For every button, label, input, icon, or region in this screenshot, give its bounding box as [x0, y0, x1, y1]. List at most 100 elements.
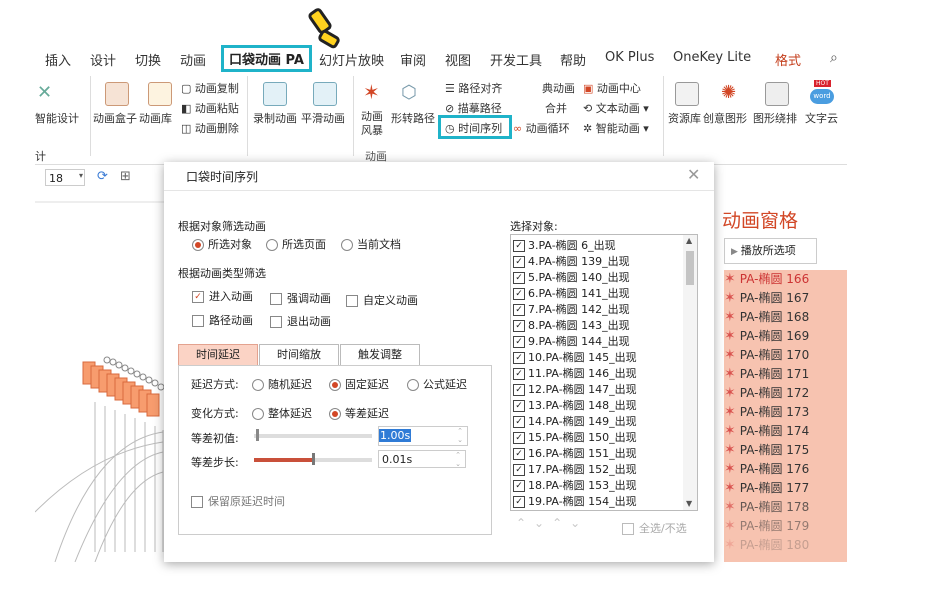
trace-path-button[interactable]: ⊘ 描摹路径	[445, 100, 502, 116]
tab-design[interactable]: 设计	[90, 50, 116, 69]
list-item[interactable]: ✓ 17.PA-椭圆 152_出现	[513, 461, 637, 477]
radio-current-doc[interactable]: 当前文档	[341, 236, 401, 252]
copy-animation-button[interactable]: ▢ 动画复制	[181, 80, 239, 96]
list-item[interactable]: ✓ 11.PA-椭圆 146_出现	[513, 365, 637, 381]
tab-developer[interactable]: 开发工具	[490, 50, 542, 69]
shape-wrap-label[interactable]: 图形绕排	[753, 110, 797, 126]
scroll-down-icon[interactable]: ▼	[686, 499, 692, 508]
word-cloud-icon[interactable]: HOT word	[810, 80, 834, 106]
chevron-down-icon[interactable]: ▾	[79, 171, 83, 180]
tab-slideshow[interactable]: 幻灯片放映	[319, 50, 384, 69]
list-item[interactable]: ✓ 3.PA-椭圆 6_出现	[513, 237, 616, 253]
spinner-icon[interactable]: ⌃ ⌄	[455, 451, 461, 469]
smart-design-label[interactable]: 智能设计	[35, 110, 79, 126]
smart-design-icon[interactable]: ✕	[37, 82, 59, 104]
tab-trigger-adjust[interactable]: 触发调整	[340, 344, 420, 366]
list-item[interactable]: ✶ PA-椭圆 178	[724, 498, 847, 517]
list-item[interactable]: ✓ 18.PA-椭圆 153_出现	[513, 477, 637, 493]
checkbox-entrance[interactable]: ✓ 进入动画	[192, 288, 253, 304]
scrollbar[interactable]: ▲ ▼	[683, 235, 697, 510]
checkbox-custom[interactable]: 自定义动画	[346, 292, 418, 308]
radio-overall-delay[interactable]: 整体延迟	[252, 405, 312, 421]
scroll-up-icon[interactable]: ▲	[686, 236, 692, 245]
checkbox-emphasis[interactable]: 强调动画	[270, 290, 331, 306]
object-listbox[interactable]: ✓ 3.PA-椭圆 6_出现 ✓ 4.PA-椭圆 139_出现 ✓ 5.PA-椭圆 1…	[510, 234, 698, 511]
creative-shape-label[interactable]: 创意图形	[703, 110, 747, 126]
delete-animation-button[interactable]: ◫ 动画删除	[181, 120, 239, 136]
text-animation-button[interactable]: ⟲ 文本动画 ▾	[583, 100, 649, 116]
list-item[interactable]: ✶ PA-椭圆 176	[724, 460, 847, 479]
record-animation-icon[interactable]	[263, 82, 287, 106]
tab-ok-plus[interactable]: OK Plus	[605, 50, 654, 65]
checkbox-exit[interactable]: 退出动画	[270, 313, 331, 329]
shape-to-path-label[interactable]: 形转路径	[391, 110, 435, 126]
smart-animation-button[interactable]: ✲ 智能动画 ▾	[583, 120, 649, 136]
step-value-field[interactable]: 0.01s ⌃ ⌄	[378, 450, 466, 468]
tab-help[interactable]: 帮助	[560, 50, 586, 69]
list-item[interactable]: ✓ 15.PA-椭圆 150_出现	[513, 429, 637, 445]
word-cloud-label[interactable]: 文字云	[805, 110, 838, 126]
checkbox-keep-delay[interactable]: 保留原延迟时间	[191, 493, 285, 509]
list-item[interactable]: ✓ 9.PA-椭圆 144_出现	[513, 333, 630, 349]
list-item[interactable]: ✶ PA-椭圆 180	[724, 536, 847, 555]
tab-insert[interactable]: 插入	[45, 50, 71, 69]
timeline-button[interactable]: ◷ 时间序列	[445, 120, 502, 136]
list-item[interactable]: ✶ PA-椭圆 179	[724, 517, 847, 536]
tab-onekey-lite[interactable]: OneKey Lite	[673, 50, 751, 65]
animation-center-button[interactable]: ▣ 动画中心	[583, 80, 641, 96]
list-item[interactable]: ✶ PA-椭圆 166	[724, 270, 847, 289]
tab-pocket-animation[interactable]: 口袋动画 PA	[221, 45, 312, 72]
play-selected-button[interactable]: ▶ 播放所选项	[724, 238, 817, 264]
list-item[interactable]: ✓ 19.PA-椭圆 154_出现	[513, 493, 637, 509]
list-item[interactable]: ✓ 10.PA-椭圆 145_出现	[513, 349, 637, 365]
move-buttons[interactable]: ⌃⌄⌃⌄	[516, 516, 588, 530]
resource-library-label[interactable]: 资源库	[668, 110, 701, 126]
tab-transitions[interactable]: 切换	[135, 50, 161, 69]
animation-storm-icon[interactable]: ✶	[363, 80, 385, 104]
merge-button[interactable]: 合并	[545, 100, 567, 116]
checkbox-path[interactable]: 路径动画	[192, 312, 253, 328]
path-align-button[interactable]: ☰ 路径对齐	[445, 80, 502, 96]
list-item[interactable]: ✶ PA-椭圆 175	[724, 441, 847, 460]
init-slider-track[interactable]	[254, 434, 372, 438]
tab-format[interactable]: 格式	[775, 50, 801, 69]
list-item[interactable]: ✶ PA-椭圆 172	[724, 384, 847, 403]
tab-review[interactable]: 审阅	[400, 50, 426, 69]
smooth-animation-label[interactable]: 平滑动画	[301, 110, 345, 126]
search-icon[interactable]: ⌕	[830, 50, 838, 66]
list-item[interactable]: ✓ 7.PA-椭圆 142_出现	[513, 301, 630, 317]
list-item[interactable]: ✶ PA-椭圆 177	[724, 479, 847, 498]
radio-arithmetic-delay[interactable]: 等差延迟	[329, 405, 389, 421]
layout-icon[interactable]: ⊞	[120, 169, 131, 184]
checkbox-select-all[interactable]: 全选/不选	[622, 520, 687, 536]
format-painter-icon[interactable]: ⟳	[97, 169, 108, 184]
list-item[interactable]: ✶ PA-椭圆 170	[724, 346, 847, 365]
close-icon[interactable]: ✕	[687, 165, 700, 184]
animation-loop-button[interactable]: ∞ 动画循环	[513, 120, 570, 136]
radio-random-delay[interactable]: 随机延迟	[252, 376, 312, 392]
radio-fixed-delay[interactable]: 固定延迟	[329, 376, 389, 392]
list-item[interactable]: ✓ 12.PA-椭圆 147_出现	[513, 381, 637, 397]
list-item[interactable]: ✶ PA-椭圆 174	[724, 422, 847, 441]
tab-time-delay[interactable]: 时间延迟	[178, 344, 258, 366]
list-item[interactable]: ✓ 6.PA-椭圆 141_出现	[513, 285, 630, 301]
list-item[interactable]: ✶ PA-椭圆 169	[724, 327, 847, 346]
list-item[interactable]: ✓ 4.PA-椭圆 139_出现	[513, 253, 630, 269]
init-value-field[interactable]: 1.00s ⌃ ⌄	[378, 426, 468, 446]
step-slider-thumb[interactable]	[312, 453, 315, 465]
paste-animation-button[interactable]: ◧ 动画粘贴	[181, 100, 239, 116]
resource-library-icon[interactable]	[675, 82, 699, 106]
list-item[interactable]: ✓ 8.PA-椭圆 143_出现	[513, 317, 630, 333]
tab-time-scale[interactable]: 时间缩放	[259, 344, 339, 366]
smooth-animation-icon[interactable]	[313, 82, 337, 106]
list-item[interactable]: ✶ PA-椭圆 171	[724, 365, 847, 384]
spinner-icon[interactable]: ⌃ ⌄	[457, 427, 463, 445]
tab-animations[interactable]: 动画	[180, 50, 206, 69]
scrollbar-thumb[interactable]	[686, 251, 694, 285]
init-slider-thumb[interactable]	[256, 429, 259, 441]
animation-box-icon[interactable]	[105, 82, 129, 106]
shape-to-path-icon[interactable]: ⬡	[401, 82, 423, 104]
animation-storm-label[interactable]: 动画 风暴	[361, 110, 383, 138]
animation-library-label[interactable]: 动画库	[139, 110, 172, 126]
animation-box-label[interactable]: 动画盒子	[93, 110, 137, 126]
